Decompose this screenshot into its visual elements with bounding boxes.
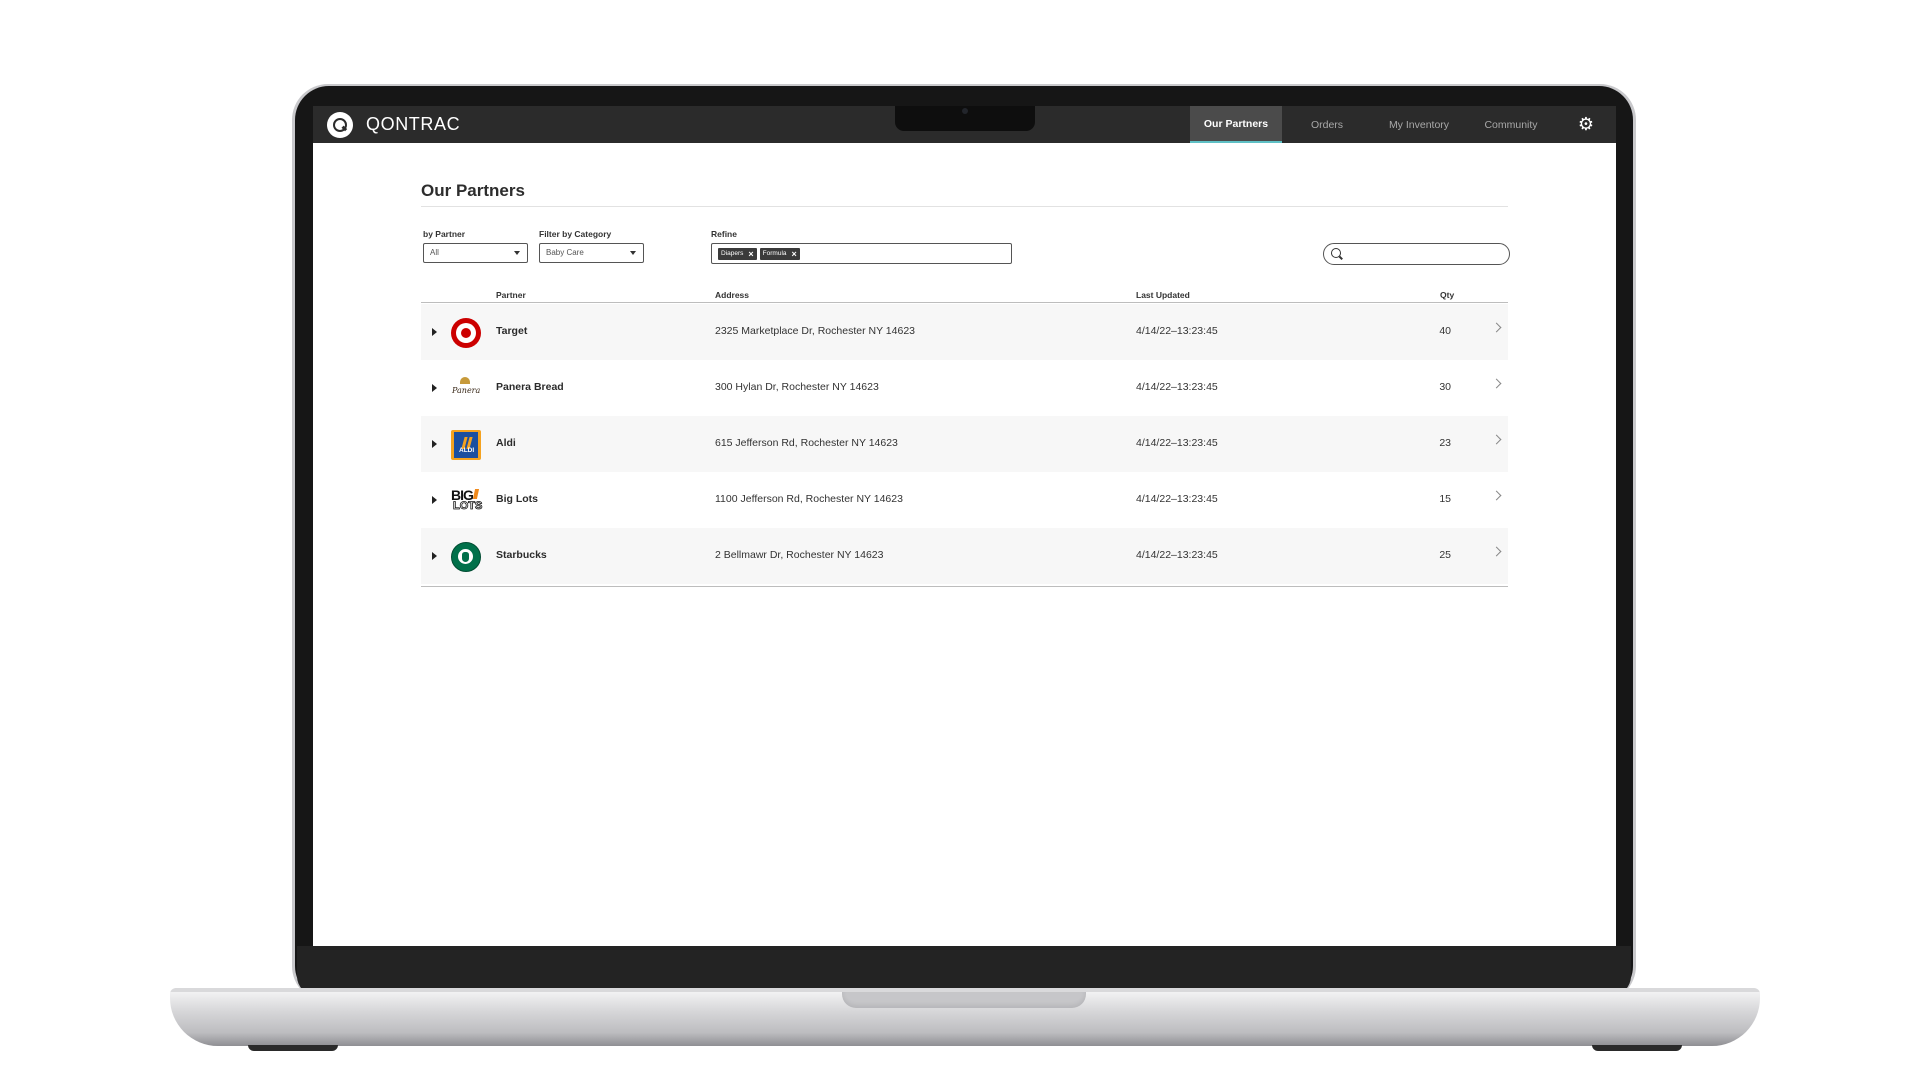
- gear-icon: ⚙: [1577, 114, 1595, 134]
- category-filter-label: Filter by Category: [539, 229, 612, 239]
- big-lots-logo: BIG LOTS: [451, 486, 483, 516]
- header-divider: [421, 302, 1508, 303]
- camera-icon: [962, 108, 968, 114]
- refine-input[interactable]: Diapers × Formula ×: [711, 243, 1012, 264]
- partner-name: Starbucks: [496, 549, 547, 561]
- top-navigation-bar: QONTRAC Our Partners Orders My Inventory…: [313, 106, 1616, 143]
- tab-my-inventory[interactable]: My Inventory: [1372, 106, 1466, 143]
- quantity: 30: [1439, 381, 1451, 393]
- remove-chip-icon[interactable]: ×: [748, 249, 753, 259]
- expand-row-icon[interactable]: [432, 328, 437, 336]
- search-icon: [1331, 248, 1341, 258]
- expand-row-icon[interactable]: [432, 440, 437, 448]
- chevron-down-icon: [514, 251, 520, 255]
- last-updated: 4/14/22–13:23:45: [1136, 493, 1218, 505]
- expand-row-icon[interactable]: [432, 496, 437, 504]
- aldi-logo-panel: ALDI: [454, 432, 478, 458]
- target-logo: [451, 318, 481, 348]
- column-header-partner[interactable]: Partner: [496, 290, 526, 300]
- refine-label: Refine: [711, 229, 737, 239]
- aldi-logo: ALDI: [451, 430, 481, 460]
- expand-row-icon[interactable]: [432, 384, 437, 392]
- table-row[interactable]: ALDI Aldi 615 Jefferson Rd, Rochester NY…: [421, 416, 1508, 472]
- aldi-wordmark: ALDI: [459, 447, 475, 454]
- partner-filter-value: All: [430, 248, 439, 257]
- expand-row-icon[interactable]: [432, 552, 437, 560]
- big-lots-wordmark-lots: LOTS: [453, 500, 483, 513]
- quantity: 23: [1439, 437, 1451, 449]
- chevron-right-icon[interactable]: [1491, 490, 1502, 501]
- brand[interactable]: QONTRAC: [327, 111, 460, 138]
- table-row[interactable]: Target 2325 Marketplace Dr, Rochester NY…: [421, 304, 1508, 360]
- table-row[interactable]: BIG LOTS Big Lots 1100 Jefferson Rd, Roc…: [421, 472, 1508, 528]
- category-filter-value: Baby Care: [546, 248, 584, 257]
- camera-notch: [895, 106, 1035, 131]
- tab-our-partners[interactable]: Our Partners: [1190, 106, 1282, 143]
- refine-chip-formula: Formula ×: [759, 247, 800, 260]
- remove-chip-icon[interactable]: ×: [792, 249, 797, 259]
- settings-button[interactable]: ⚙: [1556, 106, 1616, 143]
- category-filter-select[interactable]: Baby Care: [539, 243, 644, 263]
- column-header-qty[interactable]: Qty: [1440, 290, 1454, 300]
- partner-address: 2 Bellmawr Dr, Rochester NY 14623: [715, 549, 884, 561]
- partner-filter-select[interactable]: All: [423, 243, 528, 263]
- chevron-right-icon[interactable]: [1491, 378, 1502, 389]
- partner-filter-label: by Partner: [423, 229, 466, 239]
- starbucks-logo: [451, 542, 481, 572]
- quantity: 40: [1439, 325, 1451, 337]
- column-header-last-updated[interactable]: Last Updated: [1136, 290, 1190, 300]
- table-row[interactable]: Starbucks 2 Bellmawr Dr, Rochester NY 14…: [421, 528, 1508, 584]
- partner-address: 2325 Marketplace Dr, Rochester NY 14623: [715, 325, 916, 337]
- last-updated: 4/14/22–13:23:45: [1136, 549, 1218, 561]
- chevron-right-icon[interactable]: [1491, 322, 1502, 333]
- laptop-foot-left: [248, 1045, 338, 1051]
- quantity: 15: [1439, 493, 1451, 505]
- column-header-address[interactable]: Address: [715, 290, 749, 300]
- app-screen: QONTRAC Our Partners Orders My Inventory…: [313, 106, 1616, 946]
- partner-name: Target: [496, 325, 528, 337]
- search-input[interactable]: [1323, 243, 1510, 265]
- laptop-foot-right: [1592, 1045, 1682, 1051]
- title-divider: [421, 206, 1508, 207]
- page-title: Our Partners: [421, 181, 525, 200]
- panera-logo: Panera: [451, 374, 481, 404]
- partner-name: Big Lots: [496, 493, 538, 505]
- chevron-down-icon: [630, 251, 636, 255]
- chip-label: Formula: [762, 250, 787, 257]
- chevron-right-icon[interactable]: [1491, 546, 1502, 557]
- last-updated: 4/14/22–13:23:45: [1136, 325, 1218, 337]
- last-updated: 4/14/22–13:23:45: [1136, 437, 1218, 449]
- table-bottom-divider: [421, 586, 1508, 587]
- tab-community[interactable]: Community: [1466, 106, 1556, 143]
- chip-label: Diapers: [721, 250, 744, 257]
- panera-wordmark: Panera: [452, 386, 481, 395]
- big-lots-exclamation: [472, 489, 480, 499]
- table-row[interactable]: Panera Panera Bread 300 Hylan Dr, Roches…: [421, 360, 1508, 416]
- brand-name: QONTRAC: [366, 114, 461, 134]
- laptop-opening-notch: [842, 992, 1086, 1008]
- partner-address: 1100 Jefferson Rd, Rochester NY 14623: [715, 493, 903, 505]
- refine-chip-diapers: Diapers ×: [718, 247, 757, 260]
- main-nav: Our Partners Orders My Inventory Communi…: [1190, 106, 1616, 143]
- quantity: 25: [1439, 549, 1451, 561]
- partner-address: 615 Jefferson Rd, Rochester NY 14623: [715, 437, 898, 449]
- partner-address: 300 Hylan Dr, Rochester NY 14623: [715, 381, 879, 393]
- partner-name: Aldi: [496, 437, 516, 449]
- panera-sun-mark: [460, 377, 470, 384]
- qontrac-logo-icon: [327, 111, 353, 138]
- last-updated: 4/14/22–13:23:45: [1136, 381, 1218, 393]
- chevron-right-icon[interactable]: [1491, 434, 1502, 445]
- partner-name: Panera Bread: [496, 381, 564, 393]
- tab-orders[interactable]: Orders: [1282, 106, 1372, 143]
